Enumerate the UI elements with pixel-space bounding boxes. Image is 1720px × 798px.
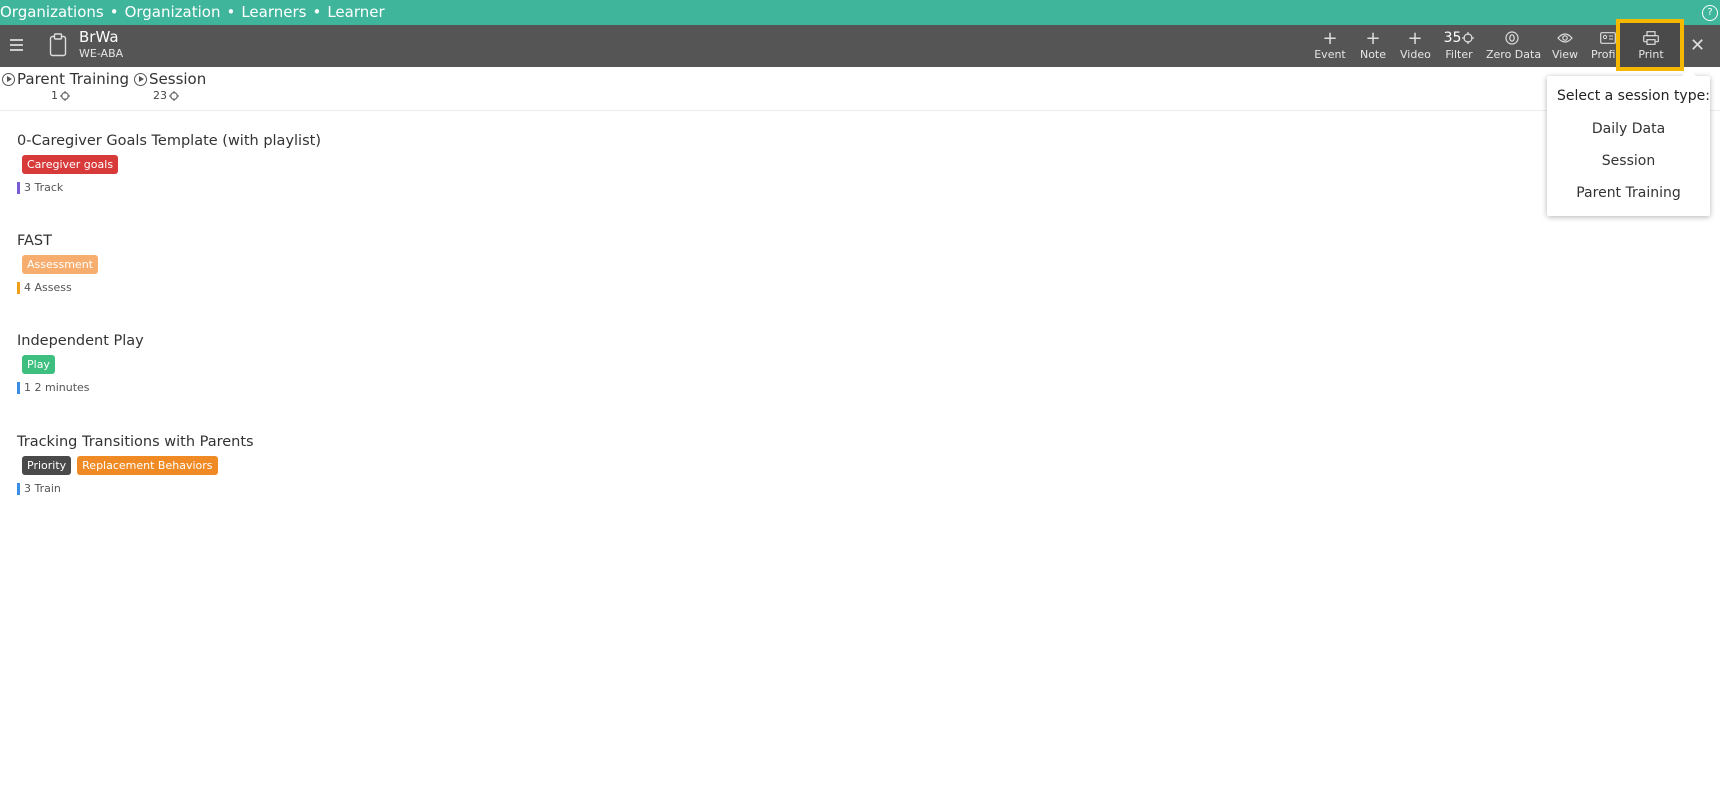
crosshair-icon (1462, 32, 1475, 44)
breadcrumb-separator: • (312, 3, 322, 21)
session-type-dropdown: Select a session type: Daily Data Sessio… (1547, 69, 1710, 216)
goal-title[interactable]: FAST (17, 233, 98, 249)
breadcrumb-learner: Learner (327, 3, 385, 21)
dropdown-option-daily-data[interactable]: Daily Data (1547, 121, 1710, 137)
hamburger-menu-icon[interactable] (10, 39, 23, 51)
goal-badge: Replacement Behaviors (77, 456, 218, 475)
eye-icon (1557, 33, 1573, 43)
video-label: Video (1400, 48, 1431, 61)
goal-title[interactable]: Tracking Transitions with Parents (17, 434, 254, 450)
printer-icon (1643, 31, 1659, 45)
video-button[interactable]: + Video (1400, 27, 1431, 66)
breadcrumb-organizations[interactable]: Organizations (0, 3, 104, 21)
clipboard-icon (49, 33, 67, 57)
tab-parent-training[interactable]: Parent Training 1 (2, 70, 129, 102)
id-card-icon (1600, 32, 1616, 44)
learner-org: WE-ABA (79, 47, 124, 60)
filter-button[interactable]: 35 Filter (1440, 28, 1478, 66)
breadcrumb-separator: • (226, 3, 236, 21)
close-icon[interactable]: ✕ (1690, 35, 1705, 56)
play-circle-icon[interactable] (134, 72, 147, 86)
crosshair-icon (169, 90, 179, 101)
goal-badge: Assessment (22, 255, 98, 274)
question-circle-icon[interactable]: ? (1702, 5, 1718, 21)
filter-count: 35 (1443, 30, 1462, 46)
goal-color-bar (17, 281, 20, 294)
list-item[interactable]: 0-Caregiver Goals Template (with playlis… (17, 133, 321, 194)
breadcrumb: Organizations • Organization • Learners • Lear… (0, 0, 385, 25)
event-button[interactable]: + Event (1314, 28, 1346, 66)
dropdown-option-parent-training[interactable]: Parent Training (1547, 185, 1710, 201)
print-button[interactable]: Print (1636, 28, 1666, 66)
filter-label: Filter (1445, 48, 1473, 61)
goal-title[interactable]: Independent Play (17, 333, 144, 349)
note-button[interactable]: + Note (1358, 28, 1388, 66)
dropdown-option-session[interactable]: Session (1547, 153, 1710, 169)
plus-icon: + (1322, 27, 1338, 49)
tab-count: 23 (153, 89, 167, 102)
play-circle-icon[interactable] (2, 72, 15, 86)
event-label: Event (1314, 48, 1346, 61)
plus-icon: + (1407, 27, 1423, 49)
list-item[interactable]: FAST Assessment 4 Assess (17, 233, 98, 294)
toolbar: BrWa WE-ABA + Event + Note + Video 35 Fi… (0, 25, 1720, 67)
tab-label: Parent Training (17, 70, 129, 88)
view-button[interactable]: View (1551, 28, 1579, 66)
print-label: Print (1638, 48, 1664, 61)
goal-color-bar (17, 482, 20, 495)
tab-session[interactable]: Session 23 (134, 70, 206, 102)
zero-data-label: Zero Data (1486, 48, 1542, 61)
breadcrumb-learners[interactable]: Learners (241, 3, 306, 21)
zero-circle-icon (1505, 31, 1519, 45)
list-item[interactable]: Tracking Transitions with Parents Priori… (17, 434, 254, 495)
goal-badge: Caregiver goals (22, 155, 119, 174)
goal-badge: Priority (22, 456, 72, 475)
tab-label: Session (149, 70, 207, 88)
goal-meta: 1 2 minutes (24, 381, 90, 394)
breadcrumb-separator: • (109, 3, 119, 21)
learner-name[interactable]: BrWa (79, 28, 119, 46)
breadcrumb-organization[interactable]: Organization (125, 3, 221, 21)
goal-color-bar (17, 381, 20, 394)
goal-title[interactable]: 0-Caregiver Goals Template (with playlis… (17, 133, 321, 149)
zero-data-button[interactable]: Zero Data (1486, 28, 1542, 66)
note-label: Note (1359, 48, 1387, 61)
goal-meta: 3 Track (24, 181, 64, 194)
plus-icon: + (1365, 27, 1381, 49)
breadcrumb-bar: Organizations • Organization • Learners • Lear… (0, 0, 1720, 25)
divider (0, 110, 1720, 111)
view-label: View (1551, 48, 1579, 61)
dropdown-title: Select a session type: (1557, 88, 1710, 104)
crosshair-icon (60, 90, 70, 101)
tab-count: 1 (51, 89, 58, 102)
goal-meta: 4 Assess (24, 281, 72, 294)
goal-color-bar (17, 181, 20, 194)
list-item[interactable]: Independent Play Play 1 2 minutes (17, 333, 144, 394)
goal-badge: Play (22, 355, 55, 374)
goal-meta: 3 Train (24, 482, 61, 495)
